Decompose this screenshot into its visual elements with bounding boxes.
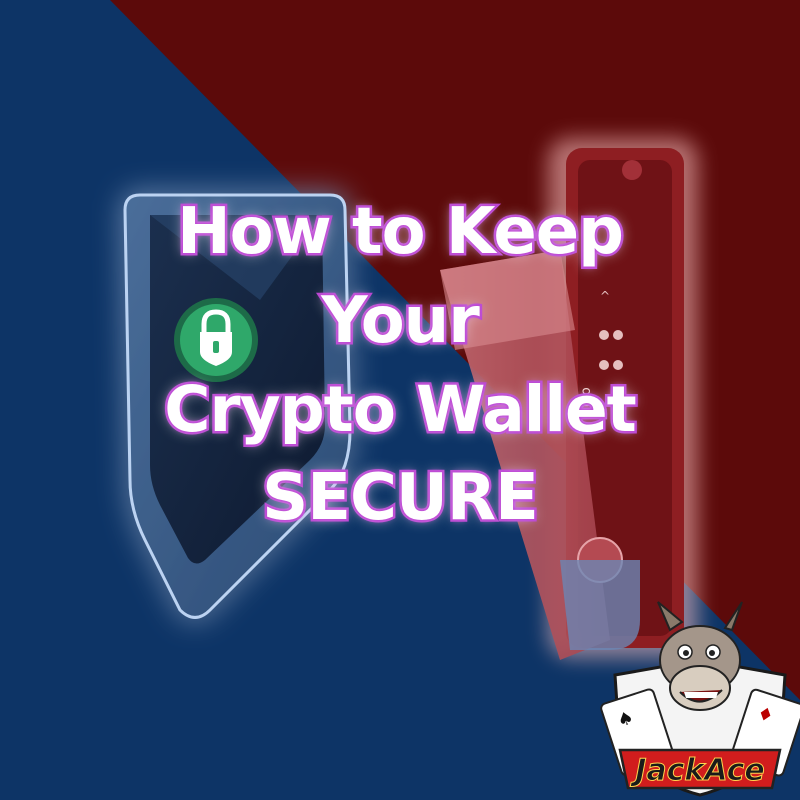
headline: How to Keep Your Crypto Wallet SECURE bbox=[0, 188, 800, 543]
jackace-logo: ♠ ♦ JackAce bbox=[600, 601, 800, 797]
headline-line-2: Your bbox=[319, 282, 483, 361]
headline-line-3: Crypto Wallet bbox=[162, 371, 640, 449]
headline-line-1: How to Keep bbox=[175, 193, 627, 272]
donkey-mascot-icon bbox=[657, 601, 743, 711]
thumbnail-canvas: ^ Bitco How to Keep Your Crypto Wallet S… bbox=[0, 0, 800, 800]
headline-line-4: SECURE bbox=[260, 459, 542, 538]
logo-wordmark: JackAce bbox=[630, 753, 765, 788]
